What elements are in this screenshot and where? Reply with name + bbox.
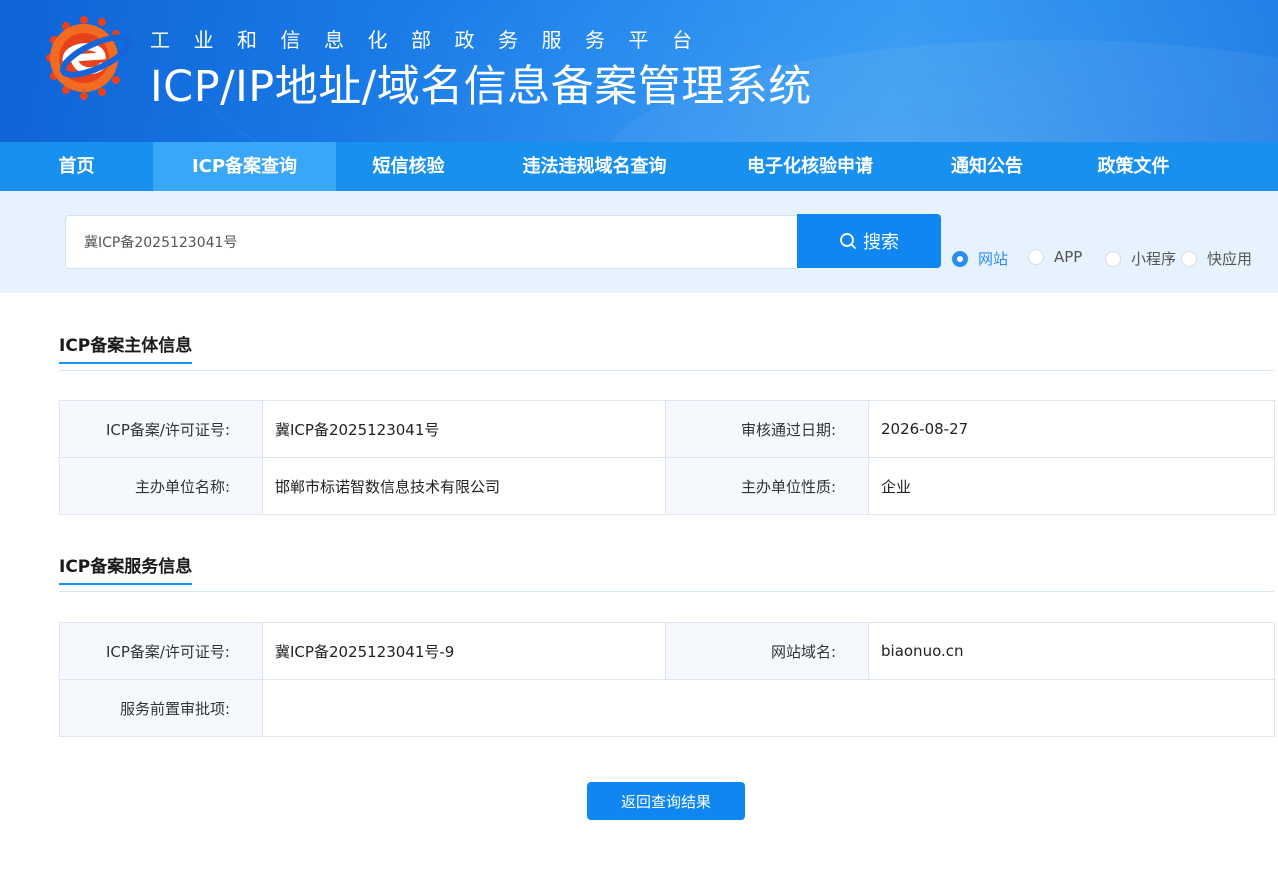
field-value-service-license-no: 冀ICP备2025123041号-9 (262, 622, 666, 680)
search-input[interactable] (65, 215, 798, 269)
radio-circle (1181, 250, 1197, 267)
system-title: ICP/IP地址/域名信息备案管理系统 (150, 62, 812, 112)
radio-label: 网站 (978, 250, 1009, 268)
section-divider (59, 591, 1274, 592)
back-to-results-button[interactable]: 返回查询结果 (587, 782, 745, 820)
radio-label: APP (1054, 248, 1083, 266)
radio-quick-app[interactable]: 快应用 (1181, 248, 1252, 269)
nav-item-icp-query[interactable]: ICP备案查询 (153, 142, 336, 191)
table-row: ICP备案/许可证号: 冀ICP备2025123041号-9 网站域名: bia… (59, 622, 1275, 680)
radio-circle (1028, 249, 1044, 265)
section-title-subject: ICP备案主体信息 (59, 331, 193, 364)
table-row: ICP备案/许可证号: 冀ICP备2025123041号 审核通过日期: 202… (59, 400, 1275, 458)
platform-subtitle: 工业和信息化部政务服务平台 (150, 28, 716, 52)
table-row: 主办单位名称: 邯郸市标诺智数信息技术有限公司 主办单位性质: 企业 (59, 457, 1275, 515)
radio-app[interactable]: APP (1028, 248, 1082, 266)
search-band: 搜索 网站 APP 小程序 快应用 (0, 191, 1278, 293)
subject-info-table: ICP备案/许可证号: 冀ICP备2025123041号 审核通过日期: 202… (59, 400, 1275, 515)
table-row: 服务前置审批项: (59, 679, 1275, 737)
field-label: ICP备案/许可证号: (59, 622, 263, 680)
field-value-domain: biaonuo.cn (868, 622, 1275, 680)
nav-item-notices[interactable]: 通知公告 (912, 142, 1062, 191)
section-title-service: ICP备案服务信息 (59, 552, 193, 585)
nav-item-e-verify-apply[interactable]: 电子化核验申请 (708, 142, 912, 191)
field-label: ICP备案/许可证号: (59, 400, 263, 458)
search-icon (840, 233, 856, 249)
miit-logo-icon (46, 16, 133, 100)
radio-circle (1105, 250, 1121, 267)
field-value-license-no: 冀ICP备2025123041号 (262, 400, 666, 458)
radio-mini-program[interactable]: 小程序 (1105, 248, 1176, 269)
nav-item-policy-docs[interactable]: 政策文件 (1062, 142, 1205, 191)
section-divider (59, 370, 1274, 371)
field-value-organizer-type: 企业 (868, 457, 1275, 515)
field-value-organizer-name: 邯郸市标诺智数信息技术有限公司 (262, 457, 666, 515)
search-button-label: 搜索 (863, 232, 899, 253)
radio-website[interactable]: 网站 (952, 248, 1008, 269)
field-label: 审核通过日期: (665, 400, 869, 458)
nav-item-illegal-domain-query[interactable]: 违法违规域名查询 (481, 142, 708, 191)
search-button[interactable]: 搜索 (797, 214, 941, 268)
search-type-group: 网站 APP 小程序 快应用 (950, 248, 1270, 270)
radio-label: 小程序 (1131, 250, 1177, 268)
main-nav: 首页 ICP备案查询 短信核验 违法违规域名查询 电子化核验申请 通知公告 政策… (0, 142, 1278, 191)
service-info-table: ICP备案/许可证号: 冀ICP备2025123041号-9 网站域名: bia… (59, 622, 1275, 737)
field-label: 主办单位名称: (59, 457, 263, 515)
field-value-approval-date: 2026-08-27 (868, 400, 1275, 458)
radio-circle (952, 250, 968, 267)
radio-label: 快应用 (1207, 250, 1253, 268)
header-banner: 工业和信息化部政务服务平台 ICP/IP地址/域名信息备案管理系统 (0, 0, 1278, 142)
field-label: 主办单位性质: (665, 457, 869, 515)
nav-item-home[interactable]: 首页 (0, 142, 153, 191)
field-label: 服务前置审批项: (59, 679, 263, 737)
nav-item-sms-verify[interactable]: 短信核验 (336, 142, 481, 191)
field-label: 网站域名: (665, 622, 869, 680)
field-value-pre-approval (262, 679, 1275, 737)
